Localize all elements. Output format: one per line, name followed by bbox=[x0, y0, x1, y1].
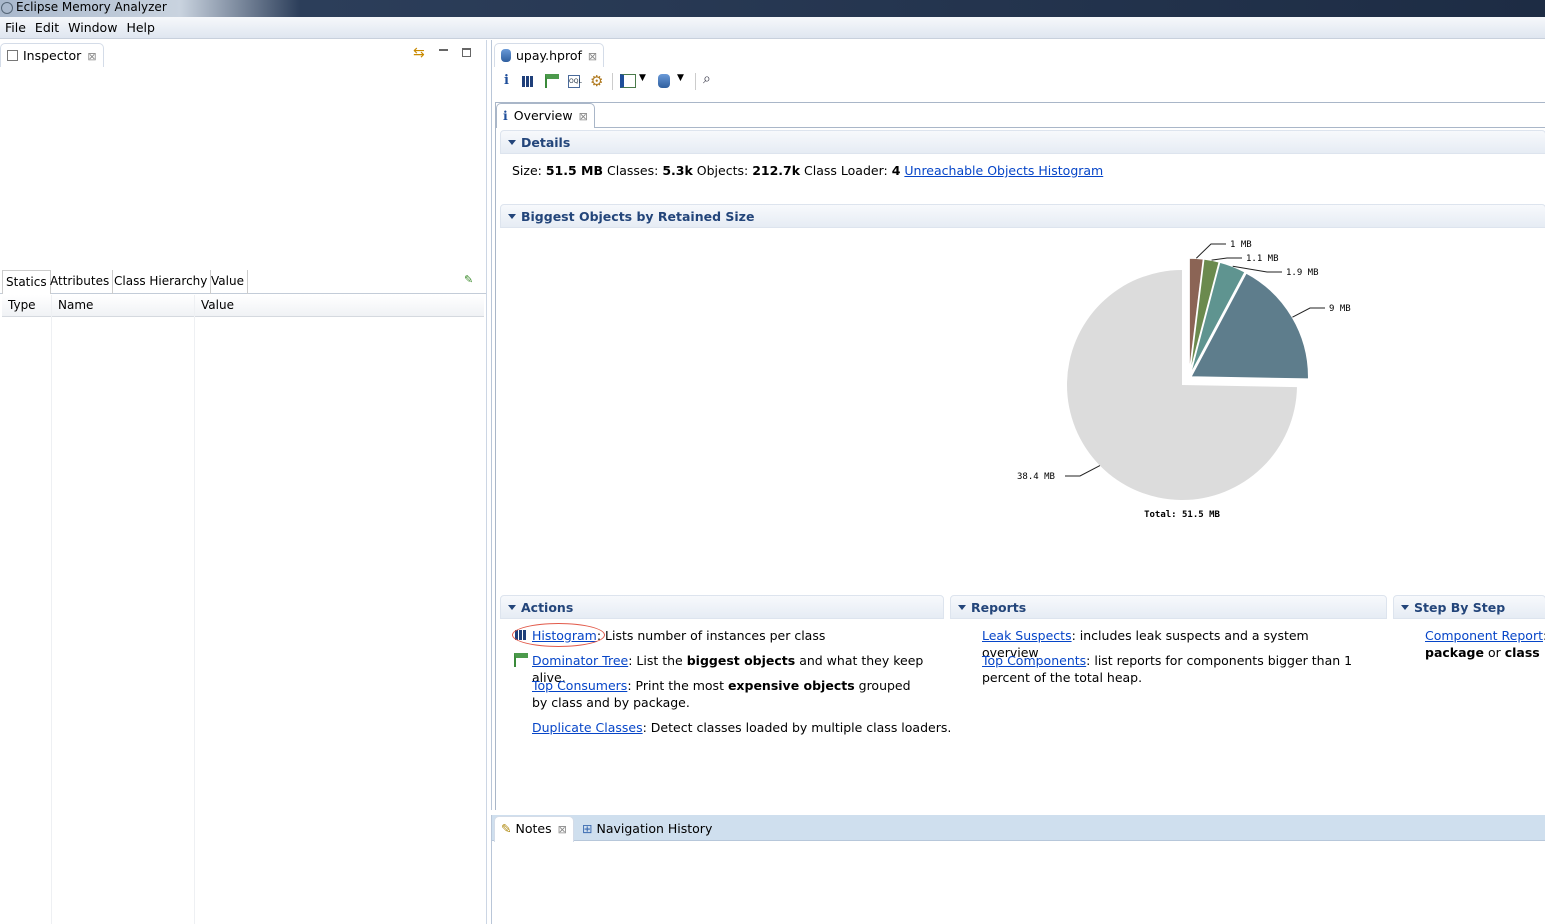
minimize-icon[interactable] bbox=[439, 49, 448, 51]
menu-window[interactable]: Window bbox=[63, 17, 117, 35]
bold-text: class loa bbox=[1504, 645, 1545, 660]
column-divider bbox=[51, 295, 52, 924]
bottom-panel: ✎ Notes ⊠ ⊞ Navigation History bbox=[491, 815, 1545, 924]
step-component-report: Component Report: package or class loa bbox=[1425, 627, 1545, 661]
column-value[interactable]: Value bbox=[201, 298, 234, 312]
menu-bar: File Edit Window Help bbox=[0, 17, 1545, 39]
slice-label: 1.9 MB bbox=[1286, 268, 1319, 278]
text: : List the bbox=[628, 653, 687, 668]
subtab-class-hierarchy[interactable]: Class Hierarchy bbox=[111, 270, 212, 294]
actions-header[interactable]: Actions bbox=[500, 595, 944, 619]
retained-size-pie-chart: 1 MB 1.1 MB 1.9 MB 9 MB 38.4 MB Total: 51.5 M… bbox=[1017, 240, 1351, 520]
bold-text: package bbox=[1425, 645, 1484, 660]
action-top-consumers: Top Consumers: Print the most expensive … bbox=[532, 677, 912, 711]
close-icon[interactable]: ⊠ bbox=[558, 823, 567, 836]
window-title: Eclipse Memory Analyzer bbox=[16, 0, 167, 14]
tab-navigation-history[interactable]: ⊞ Navigation History bbox=[582, 821, 712, 836]
title-bar: Eclipse Memory Analyzer bbox=[0, 0, 1545, 17]
leader-line bbox=[1292, 307, 1325, 318]
component-report-link[interactable]: Component Report bbox=[1425, 628, 1543, 643]
leader-line bbox=[1195, 243, 1226, 259]
close-icon[interactable]: ⊠ bbox=[87, 50, 96, 63]
maximize-icon[interactable] bbox=[462, 48, 471, 57]
link-with-editor-icon[interactable]: ⇆ bbox=[413, 45, 425, 61]
inspector-panel: Inspector ⊠ ⇆ Statics Attributes Class Hi… bbox=[0, 40, 487, 924]
leak-suspects-link[interactable]: Leak Suspects bbox=[982, 628, 1072, 643]
app-icon bbox=[1, 2, 13, 14]
menu-file[interactable]: File bbox=[0, 17, 26, 35]
text: or bbox=[1483, 645, 1505, 660]
inspector-subtabs: Statics Attributes Class Hierarchy Value… bbox=[0, 270, 486, 294]
subtab-statics[interactable]: Statics bbox=[2, 270, 51, 294]
text: : Print the most bbox=[627, 678, 728, 693]
step-by-step-header[interactable]: Step By Step bbox=[1393, 595, 1545, 619]
tab-inspector[interactable]: Inspector ⊠ bbox=[0, 43, 104, 67]
menu-edit[interactable]: Edit bbox=[30, 17, 59, 35]
column-divider bbox=[194, 295, 195, 924]
slice-label: 38.4 MB bbox=[1017, 472, 1055, 482]
subtab-attributes[interactable]: Attributes bbox=[47, 270, 114, 294]
editor-area: upay.hprof ⊠ i OQL ⚙ ▼ ▼ ⌕ i Overview ⊠ Det… bbox=[491, 40, 1545, 810]
leader-line bbox=[1065, 465, 1101, 477]
inspector-icon bbox=[7, 50, 18, 61]
slice-label: 9 MB bbox=[1329, 304, 1351, 314]
duplicate-classes-link[interactable]: Duplicate Classes bbox=[532, 720, 643, 735]
table-header: Type Name Value bbox=[2, 295, 484, 317]
leader-line bbox=[1211, 257, 1242, 261]
top-components-link[interactable]: Top Components bbox=[982, 653, 1086, 668]
tab-label: Navigation History bbox=[596, 821, 713, 836]
tab-label: Inspector bbox=[23, 48, 82, 63]
menu-help[interactable]: Help bbox=[121, 17, 155, 35]
highlight-annotation bbox=[512, 623, 605, 647]
chart-total-label: Total: 51.5 MB bbox=[1144, 510, 1220, 520]
navigation-history-icon: ⊞ bbox=[582, 821, 593, 836]
text: : Detect classes loaded by multiple clas… bbox=[642, 720, 952, 735]
tab-label: Notes bbox=[515, 821, 552, 836]
tab-notes[interactable]: ✎ Notes ⊠ bbox=[494, 816, 574, 842]
histogram-description: : Lists number of instances per class bbox=[596, 628, 826, 643]
action-duplicate-classes: Duplicate Classes: Detect classes loaded… bbox=[532, 719, 952, 736]
slice-label: 1 MB bbox=[1230, 240, 1252, 250]
dominator-tree-icon bbox=[514, 653, 528, 667]
top-consumers-link[interactable]: Top Consumers bbox=[532, 678, 627, 693]
subtab-value[interactable]: Value bbox=[208, 270, 248, 294]
action-histogram: Histogram: Lists number of instances per… bbox=[512, 623, 942, 647]
dominator-tree-link[interactable]: Dominator Tree bbox=[532, 653, 628, 668]
column-type[interactable]: Type bbox=[8, 298, 36, 312]
report-top-components: Top Components: list reports for compone… bbox=[982, 652, 1362, 686]
bold-text: biggest objects bbox=[686, 653, 796, 668]
column-name[interactable]: Name bbox=[58, 298, 93, 312]
reports-header[interactable]: Reports bbox=[950, 595, 1387, 619]
slice-label: 1.1 MB bbox=[1246, 254, 1279, 264]
notes-icon: ✎ bbox=[501, 821, 512, 836]
pin-icon[interactable]: ✎ bbox=[464, 273, 473, 286]
bold-text: expensive objects bbox=[727, 678, 855, 693]
